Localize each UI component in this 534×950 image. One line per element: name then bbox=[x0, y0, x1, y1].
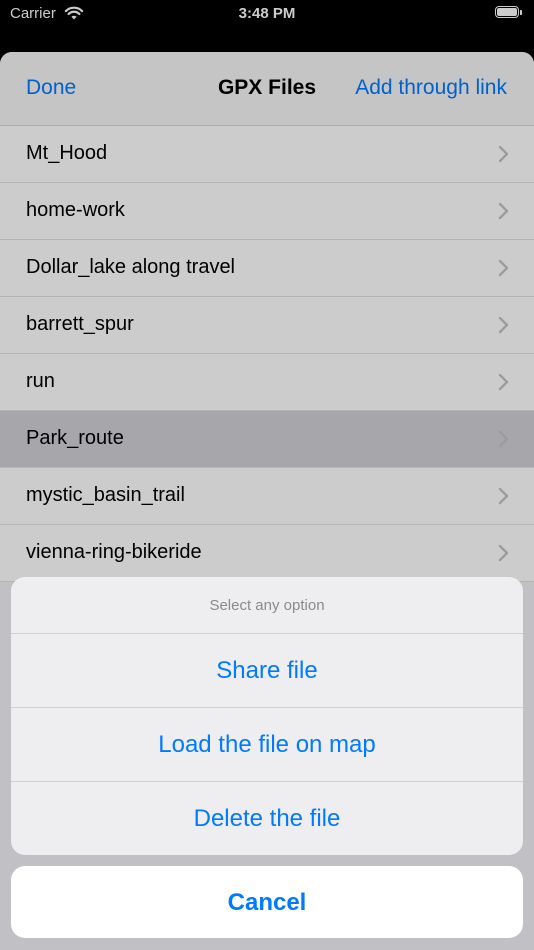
cancel-button[interactable]: Cancel bbox=[11, 866, 523, 938]
load-file-on-map-button[interactable]: Load the file on map bbox=[11, 708, 523, 782]
action-sheet: Select any option Share file Load the fi… bbox=[11, 577, 523, 855]
action-sheet-title: Select any option bbox=[11, 577, 523, 634]
share-file-button[interactable]: Share file bbox=[11, 634, 523, 708]
delete-file-button[interactable]: Delete the file bbox=[11, 782, 523, 855]
